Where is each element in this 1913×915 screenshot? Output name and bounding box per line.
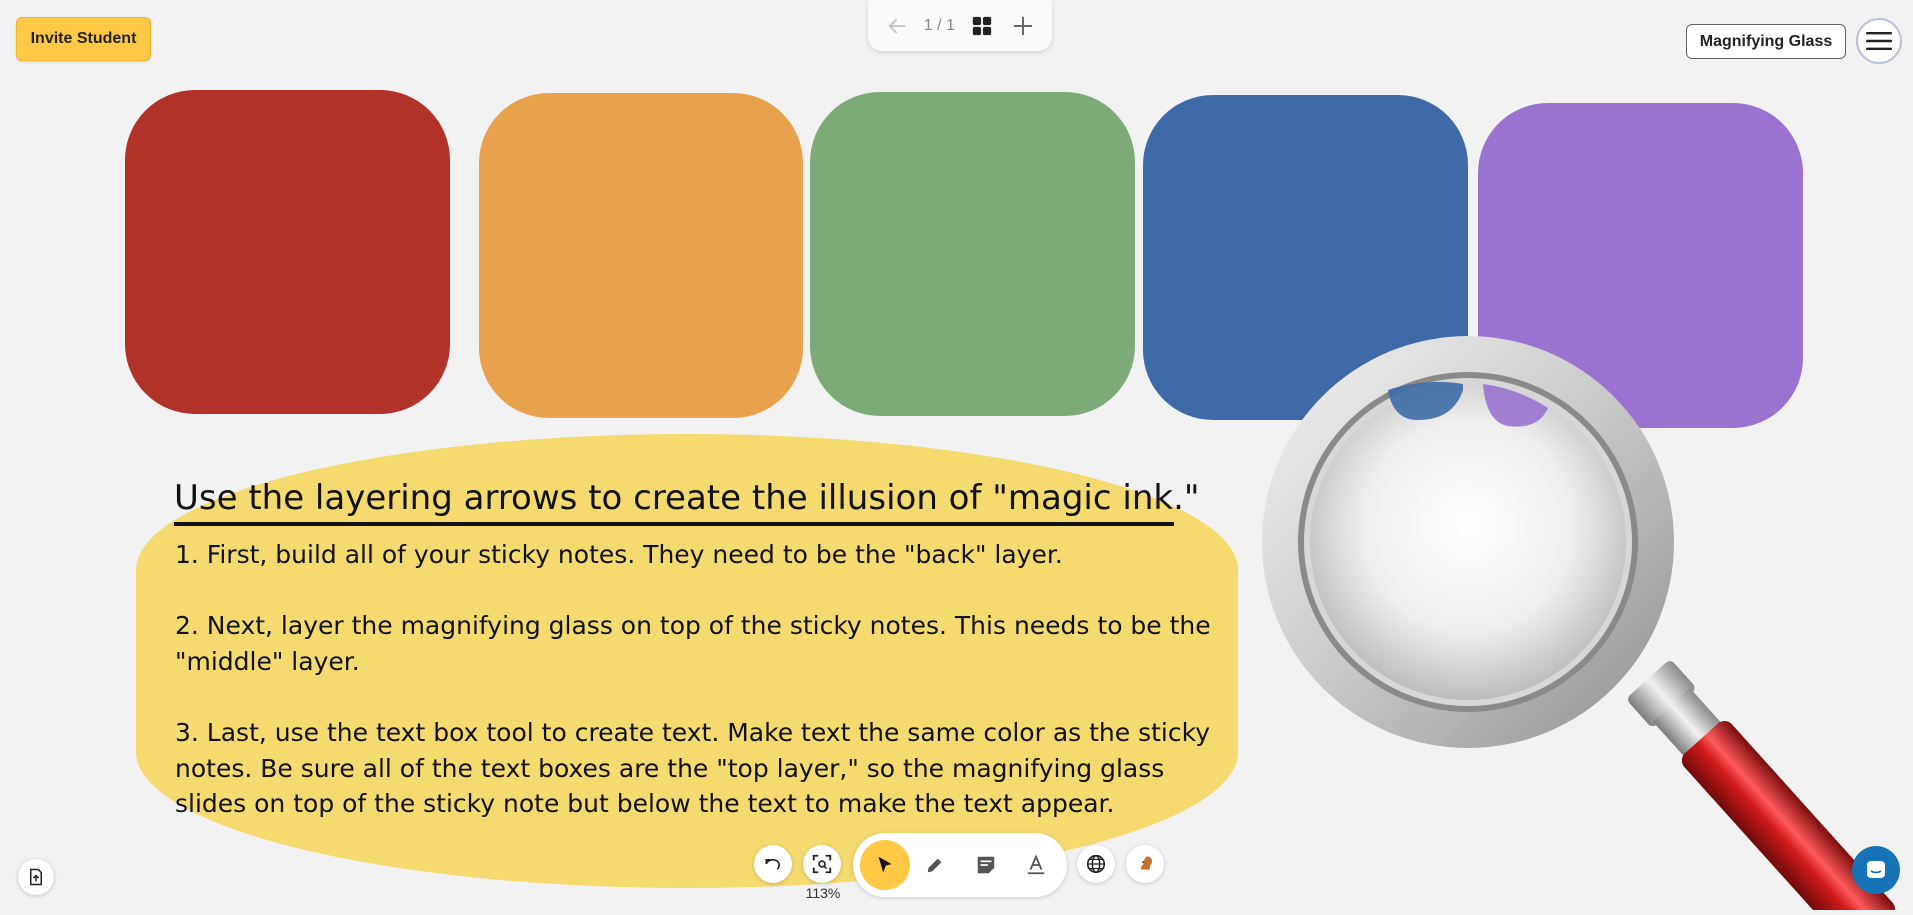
sticky-note-orange[interactable] (479, 93, 803, 418)
magnifying-glass[interactable] (1258, 330, 1913, 915)
chat-icon[interactable] (1852, 846, 1900, 894)
select-pointer-icon[interactable] (860, 840, 910, 890)
magnifying-glass-button[interactable]: Magnifying Glass (1686, 24, 1846, 59)
globe-icon[interactable] (1077, 845, 1115, 883)
instruction-step-3: 3. Last, use the text box tool to create… (175, 718, 1210, 818)
page-navigator: 1 / 1 (868, 0, 1052, 51)
drawing-tools (853, 833, 1067, 897)
sticky-note-red[interactable] (125, 90, 450, 414)
grid-icon[interactable] (968, 12, 996, 40)
hamburger-menu-icon[interactable] (1856, 18, 1902, 64)
page-count: 1 / 1 (923, 16, 955, 34)
instruction-step-1: 1. First, build all of your sticky notes… (175, 540, 1063, 569)
plus-icon[interactable] (1009, 12, 1037, 40)
title-underline (174, 522, 1174, 526)
fit-screen-icon[interactable] (803, 845, 841, 883)
export-file-icon[interactable] (18, 859, 54, 895)
invite-student-button[interactable]: Invite Student (16, 17, 151, 61)
sticky-note-green[interactable] (810, 92, 1135, 416)
instruction-step-2: 2. Next, layer the magnifying glass on t… (175, 611, 1211, 676)
pencil-icon[interactable] (910, 840, 960, 890)
arrow-left-icon[interactable] (883, 12, 911, 40)
sticky-note-icon[interactable] (961, 840, 1011, 890)
zoom-level: 113% (805, 885, 841, 901)
text-icon[interactable] (1011, 840, 1061, 890)
squirrel-icon[interactable] (1126, 845, 1164, 883)
instructions-title: Use the layering arrows to create the il… (174, 478, 1200, 518)
undo-icon[interactable] (754, 845, 792, 883)
